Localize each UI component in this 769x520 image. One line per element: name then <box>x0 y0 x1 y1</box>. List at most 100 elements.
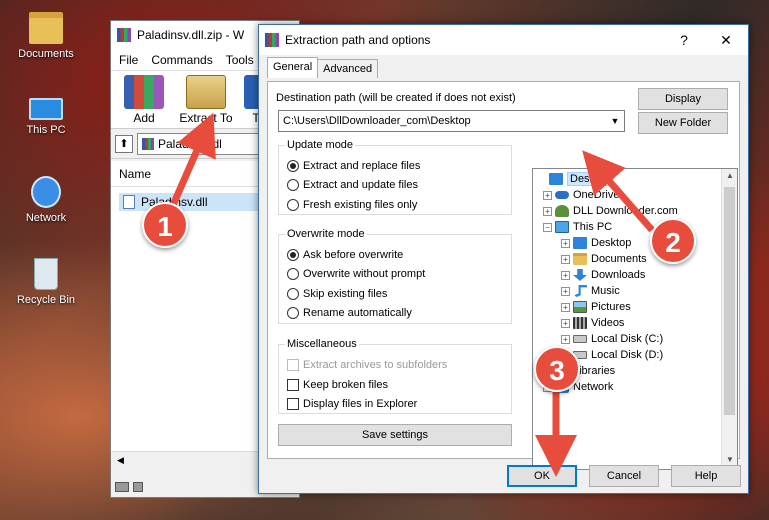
winrar-app-icon <box>265 33 279 47</box>
destination-path-combo[interactable]: C:\Users\DllDownloader_com\Desktop ▼ <box>278 110 625 132</box>
tree-node-pictures[interactable]: + Pictures <box>561 299 631 315</box>
tree-label: Local Disk (C:) <box>591 333 664 345</box>
radio-button[interactable] <box>287 288 299 300</box>
expand-icon[interactable]: + <box>561 318 570 328</box>
desktop-icon-this-pc[interactable]: This PC <box>8 92 84 136</box>
expand-icon[interactable]: + <box>543 206 552 216</box>
tree-label: Music <box>591 285 620 297</box>
tree-node-videos[interactable]: + Videos <box>561 315 624 331</box>
tree-node-music[interactable]: + Music <box>561 283 620 299</box>
step-marker-3: 3 <box>534 346 580 392</box>
desktop-icon-network[interactable]: Network <box>8 176 84 224</box>
extract-to-icon <box>186 75 226 109</box>
computer-icon <box>555 221 569 233</box>
tree-node-pc-desktop[interactable]: + Desktop <box>561 235 631 251</box>
step-marker-2: 2 <box>650 218 696 264</box>
option-label: Rename automatically <box>303 307 412 319</box>
help-title-button[interactable]: ? <box>673 29 695 51</box>
option-label: Fresh existing files only <box>303 199 418 211</box>
tree-label: Pictures <box>591 301 631 313</box>
scroll-down-icon[interactable]: ▼ <box>722 455 737 464</box>
tab-general[interactable]: General <box>267 57 319 78</box>
option-label: Extract archives to subfolders <box>303 359 448 371</box>
radio-skip-existing[interactable]: Skip existing files <box>287 288 387 300</box>
radio-button[interactable] <box>287 307 299 319</box>
option-label: Extract and update files <box>303 179 418 191</box>
save-settings-button[interactable]: Save settings <box>278 424 512 446</box>
expand-icon[interactable]: + <box>561 302 570 312</box>
desktop-icon <box>549 173 563 185</box>
checkbox-display-in-explorer[interactable]: Display files in Explorer <box>287 398 417 410</box>
expand-icon[interactable]: + <box>561 286 570 296</box>
desktop-icon-label: This PC <box>26 124 66 136</box>
tree-node-disk-c[interactable]: + Local Disk (C:) <box>561 331 663 347</box>
miscellaneous-title: Miscellaneous <box>285 338 359 350</box>
chevron-down-icon[interactable]: ▼ <box>606 116 624 126</box>
expand-icon[interactable]: + <box>561 270 570 280</box>
tree-node-this-pc[interactable]: − This PC <box>543 219 612 235</box>
dll-file-icon <box>123 195 135 209</box>
scroll-up-icon[interactable]: ▲ <box>722 171 737 180</box>
option-label: Overwrite without prompt <box>303 268 426 280</box>
add-archive-icon <box>124 75 164 109</box>
expand-icon[interactable]: + <box>561 238 570 248</box>
expander <box>537 174 546 184</box>
menu-file[interactable]: File <box>119 53 138 67</box>
collapse-icon[interactable]: − <box>543 222 552 232</box>
help-button[interactable]: Help <box>671 465 741 487</box>
download-icon <box>573 269 587 281</box>
radio-extract-replace[interactable]: Extract and replace files <box>287 160 420 172</box>
expand-icon[interactable]: + <box>543 190 552 200</box>
tree-node-desktop[interactable]: Desktop <box>537 171 614 187</box>
tree-node-onedrive[interactable]: + OneDrive <box>543 187 619 203</box>
ok-button[interactable]: OK <box>507 465 577 487</box>
tree-label: Network <box>573 381 614 393</box>
radio-button[interactable] <box>287 199 299 211</box>
dialog-titlebar[interactable]: Extraction path and options ? ✕ <box>259 25 748 55</box>
radio-ask-before-overwrite[interactable]: Ask before overwrite <box>287 249 403 261</box>
checkbox-keep-broken-files[interactable]: Keep broken files <box>287 379 388 391</box>
tree-node-user[interactable]: + DLL Downloader.com <box>543 203 678 219</box>
checkbox[interactable] <box>287 398 299 410</box>
overwrite-mode-title: Overwrite mode <box>285 228 367 240</box>
new-folder-button[interactable]: New Folder <box>638 112 728 134</box>
extract-to-button[interactable]: Extract To <box>179 75 233 125</box>
expand-icon[interactable]: + <box>561 334 570 344</box>
menu-commands[interactable]: Commands <box>151 53 212 67</box>
file-row[interactable]: Paladinsv.dll <box>119 193 259 211</box>
close-button[interactable]: ✕ <box>715 29 737 51</box>
miscellaneous-group: Miscellaneous Extract archives to subfol… <box>278 338 512 414</box>
add-button[interactable]: Add <box>117 75 171 125</box>
desktop-icon <box>573 237 587 249</box>
folder-icon <box>573 253 587 265</box>
expand-icon[interactable]: + <box>561 254 570 264</box>
radio-extract-update[interactable]: Extract and update files <box>287 179 418 191</box>
cancel-button[interactable]: Cancel <box>589 465 659 487</box>
film-icon <box>573 317 587 329</box>
radio-button[interactable] <box>287 268 299 280</box>
computer-icon <box>29 98 63 120</box>
picture-icon <box>573 301 587 313</box>
tab-advanced[interactable]: Advanced <box>317 59 379 78</box>
radio-fresh-existing[interactable]: Fresh existing files only <box>287 199 417 211</box>
cloud-icon <box>555 191 569 199</box>
scrollbar-thumb[interactable] <box>724 187 735 415</box>
tree-vertical-scrollbar[interactable]: ▲ ▼ <box>721 169 737 469</box>
menu-tools[interactable]: Tools <box>226 53 254 67</box>
tree-label: Desktop <box>567 172 614 186</box>
folder-tree[interactable]: Desktop + OneDrive + DLL Downloader.com … <box>532 168 738 470</box>
checkbox[interactable] <box>287 379 299 391</box>
desktop-icon-recycle-bin[interactable]: Recycle Bin <box>8 258 84 306</box>
radio-button-checked[interactable] <box>287 249 299 261</box>
radio-rename-automatically[interactable]: Rename automatically <box>287 307 412 319</box>
radio-overwrite-without-prompt[interactable]: Overwrite without prompt <box>287 268 425 280</box>
display-button[interactable]: Display <box>638 88 728 110</box>
radio-button[interactable] <box>287 179 299 191</box>
up-folder-button[interactable]: ⬆ <box>115 134 133 153</box>
desktop-icon-documents[interactable]: Documents <box>8 12 84 60</box>
tree-node-downloads[interactable]: + Downloads <box>561 267 645 283</box>
tree-node-documents[interactable]: + Documents <box>561 251 647 267</box>
tree-label: Desktop <box>591 237 632 249</box>
radio-button-checked[interactable] <box>287 160 299 172</box>
destination-path-value: C:\Users\DllDownloader_com\Desktop <box>283 115 471 127</box>
